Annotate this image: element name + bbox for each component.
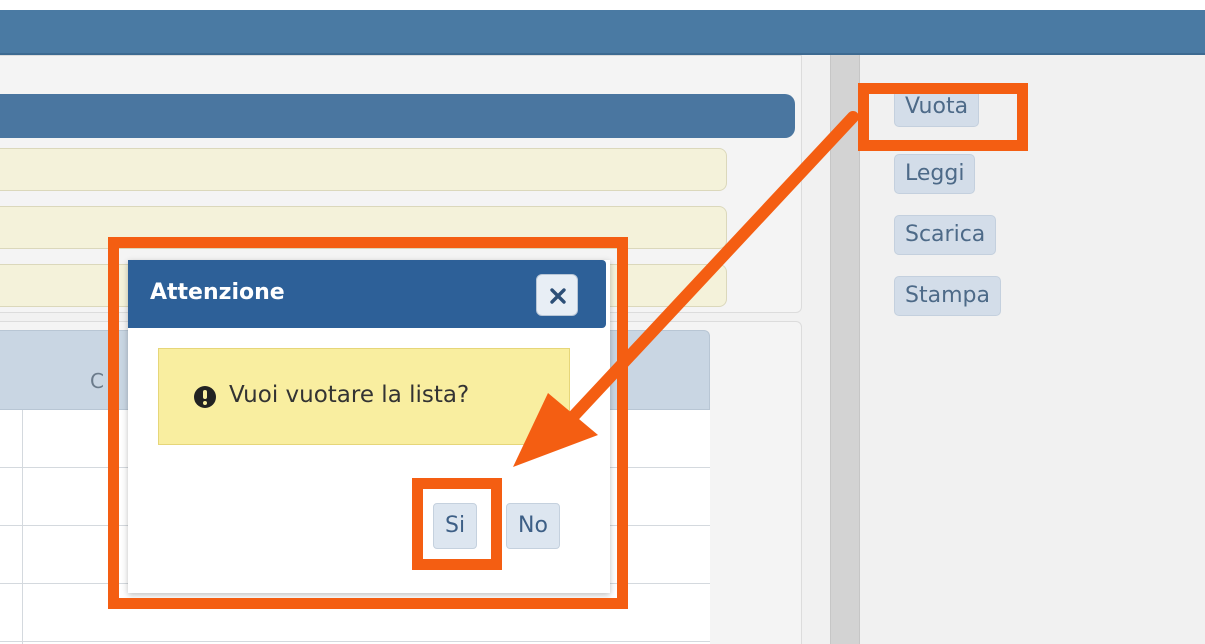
- annotation-arrow: [513, 111, 859, 467]
